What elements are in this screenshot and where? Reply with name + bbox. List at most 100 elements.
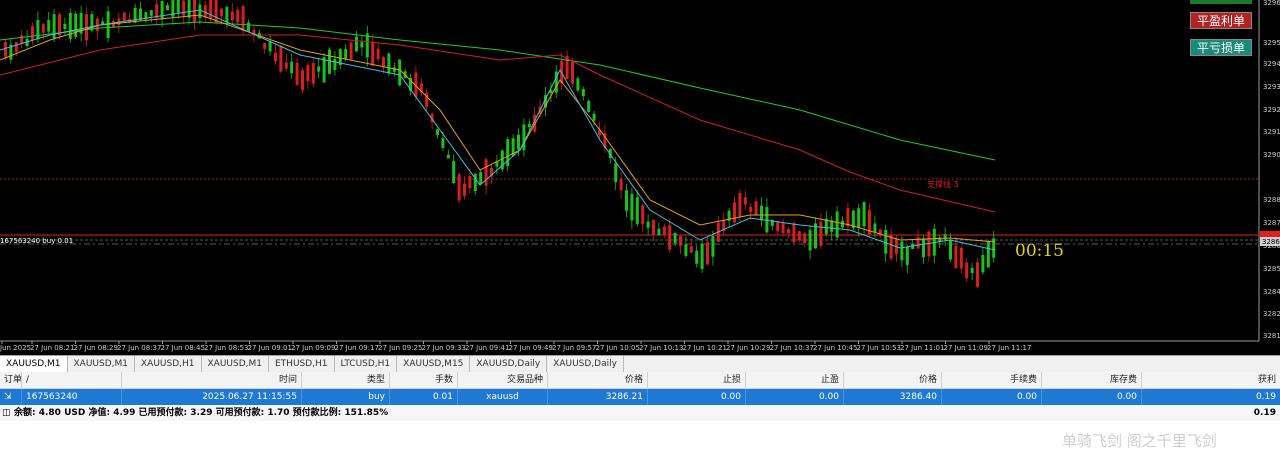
bar-countdown-timer: 00:15 — [1015, 241, 1064, 261]
candle-body — [905, 246, 909, 265]
candle-body — [436, 129, 439, 135]
order-line-label: 167563240 buy 0.01 — [0, 237, 74, 245]
account-summary-row: ◫ 余额: 4.80 USD 净值: 4.99 已用预付款: 3.29 可用预付… — [0, 405, 1280, 421]
candle-body — [706, 242, 709, 265]
candle-body — [4, 42, 7, 57]
candle-body — [47, 20, 51, 32]
header-lots[interactable]: 手数 — [390, 372, 458, 388]
candle-body — [576, 78, 580, 91]
price-tick-label: 3281. — [1263, 332, 1280, 340]
candle-body — [14, 42, 18, 52]
time-tick-label: 27 Jun 08:37 — [117, 344, 161, 352]
candle-body — [792, 223, 796, 243]
time-tick-label: 27 Jun 09:41 — [465, 344, 509, 352]
header-open-price[interactable]: 价格 — [548, 372, 648, 388]
tab-5[interactable]: LTCUSD,H1 — [335, 356, 398, 372]
candle-body — [31, 26, 34, 40]
candle-body — [479, 172, 483, 185]
cell-tp: 0.00 — [746, 389, 844, 405]
candle-body — [517, 134, 520, 150]
tab-4[interactable]: ETHUSD,H1 — [269, 356, 335, 372]
candle-body — [625, 190, 628, 211]
candle-body — [981, 255, 985, 273]
candle-body — [900, 241, 904, 261]
candle-body — [463, 183, 466, 196]
candle-body — [959, 247, 963, 269]
candle-body — [619, 178, 623, 191]
candle-body — [949, 239, 952, 260]
candle-body — [160, 1, 164, 20]
candle-body — [382, 57, 385, 68]
candle-body — [857, 208, 861, 228]
candle-body — [797, 231, 801, 241]
candlestick-chart[interactable]: 3296. 3295. 3294. 3293. 3292. 3291. 3290. 3288.… — [0, 0, 1280, 355]
header-price[interactable]: 价格 — [844, 372, 942, 388]
order-price-tag — [1260, 231, 1280, 237]
candle-body — [830, 220, 834, 232]
tab-3[interactable]: XAUUSD,M1 — [202, 356, 269, 372]
time-tick-label: 27 Jun 10:21 — [683, 344, 727, 352]
chart-area[interactable]: 3296. 3295. 3294. 3293. 3292. 3291. 3290. 3288.… — [0, 0, 1280, 355]
candle-body — [652, 219, 655, 235]
candle-body — [646, 221, 650, 228]
support-line-label: 支撑线 3 — [927, 180, 959, 189]
tab-7[interactable]: XAUUSD,Daily — [470, 356, 548, 372]
time-tick-label: 27 Jun 08:29 — [74, 344, 118, 352]
header-type[interactable]: 类型 — [302, 372, 390, 388]
time-tick-label: 27 Jun 09:33 — [422, 344, 466, 352]
tab-6[interactable]: XAUUSD,M15 — [397, 356, 471, 372]
watermark: 单骑飞剑 阁之千里飞剑 — [1062, 432, 1217, 450]
header-symbol[interactable]: 交易品种 — [458, 372, 548, 388]
tab-2[interactable]: XAUUSD,H1 — [135, 356, 202, 372]
ma-fastest-line — [0, 9, 996, 251]
top-button[interactable] — [1190, 0, 1252, 4]
candle-body — [986, 241, 990, 268]
time-tick-label: 27 Jun 10:53 — [857, 344, 901, 352]
candle-body — [889, 235, 893, 259]
time-tick-label: 27 Jun 10:37 — [770, 344, 814, 352]
header-sl[interactable]: 止损 — [648, 372, 746, 388]
tab-1[interactable]: XAUUSD,M1 — [68, 356, 135, 372]
candle-body — [182, 0, 186, 16]
candle-body — [630, 193, 634, 221]
time-tick-label: 27 Jun 08:45 — [161, 344, 205, 352]
header-commission[interactable]: 手续费 — [942, 372, 1042, 388]
candle-body — [247, 22, 250, 32]
candle-body — [976, 262, 979, 287]
candle-body — [657, 228, 661, 236]
candle-body — [63, 23, 67, 29]
header-order[interactable]: 订单 — [0, 372, 22, 388]
time-tick-label: 27 Jun 09:49 — [509, 344, 553, 352]
candle-body — [743, 197, 747, 205]
candle-body — [679, 236, 682, 246]
candle-body — [290, 61, 294, 74]
tab-8[interactable]: XAUUSD,Daily — [547, 356, 624, 372]
header-profit[interactable]: 获利 — [1142, 372, 1280, 388]
time-tick-label: 27 Jun 10:29 — [726, 344, 770, 352]
candle-body — [360, 42, 364, 48]
cell-swap: 0.00 — [1042, 389, 1142, 405]
price-tick-label: 3290. — [1263, 151, 1280, 159]
close-profit-orders-button[interactable]: 平盈利单 — [1190, 12, 1252, 29]
candle-body — [284, 62, 288, 69]
time-tick-label: 27 Jun 11:09 — [944, 344, 988, 352]
table-row[interactable]: ⇲ 167563240 2025.06.27 11:15:55 buy 0.01… — [0, 389, 1280, 405]
candle-body — [787, 229, 790, 234]
time-tick-label: 27 Jun 08:53 — [204, 344, 248, 352]
header-time[interactable]: 时间 — [122, 372, 302, 388]
account-summary: 余额: 4.80 USD 净值: 4.99 已用预付款: 3.29 可用预付款:… — [14, 408, 389, 418]
cell-lots: 0.01 — [390, 389, 458, 405]
current-price-tag: 3286.4 — [1262, 238, 1280, 246]
candle-body — [365, 33, 369, 58]
header-tp[interactable]: 止盈 — [746, 372, 844, 388]
time-tick-label: 27 Jun 11:01 — [900, 344, 944, 352]
header-sort[interactable]: / — [22, 372, 122, 388]
price-tick-label: 3287. — [1263, 219, 1280, 227]
candle-body — [349, 42, 353, 60]
price-tick-label: 3291. — [1263, 128, 1280, 136]
cell-sl: 0.00 — [648, 389, 746, 405]
candle-body — [301, 70, 304, 91]
header-swap[interactable]: 库存费 — [1042, 372, 1142, 388]
close-loss-orders-button[interactable]: 平亏损单 — [1190, 39, 1252, 56]
tab-0[interactable]: XAUUSD,M1 — [0, 356, 68, 372]
